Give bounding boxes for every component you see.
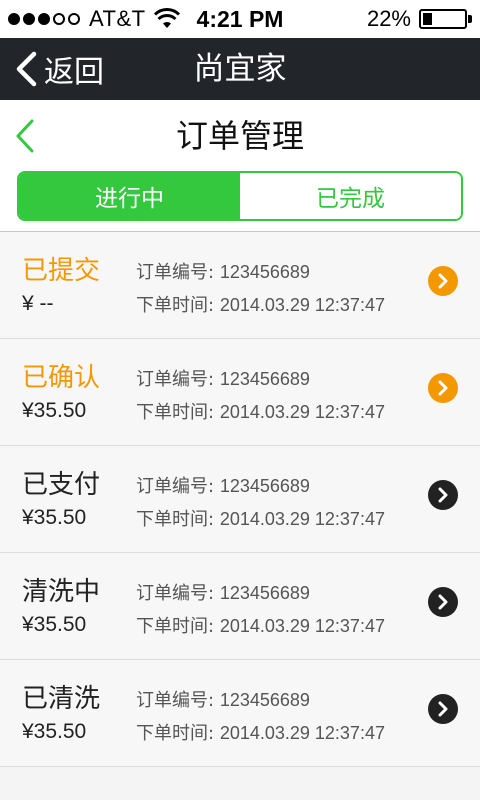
page-title: 订单管理 <box>175 117 304 155</box>
order-time-label: 下单时间: <box>136 402 215 423</box>
order-row[interactable]: 清洗中 ¥35.50 订单编号: 123456689 下单时间: 2014.03… <box>0 553 480 660</box>
order-status: 已清洗 <box>22 684 101 714</box>
status-bar: AT&T 4:21 PM 22% <box>0 0 480 38</box>
order-no: 123456689 <box>219 369 310 389</box>
order-price: ¥35.50 <box>22 720 87 743</box>
order-row[interactable]: 已确认 ¥35.50 订单编号: 123456689 下单时间: 2014.03… <box>0 339 480 446</box>
order-tabs: 进行中 已完成 <box>17 171 463 221</box>
order-no-label: 订单编号: <box>136 369 215 390</box>
order-status: 已支付 <box>22 470 101 500</box>
order-meta: 订单编号: 123456689 下单时间: 2014.03.29 12:37:4… <box>136 363 385 429</box>
order-no: 123456689 <box>219 583 310 603</box>
tab-in-progress[interactable]: 进行中 <box>19 173 240 219</box>
order-price: ¥35.50 <box>22 399 87 422</box>
chevron-right-icon[interactable] <box>428 480 458 510</box>
order-meta: 订单编号: 123456689 下单时间: 2014.03.29 12:37:4… <box>136 470 385 536</box>
order-time: 2014.03.29 12:37:47 <box>219 616 385 636</box>
order-no-label: 订单编号: <box>136 476 215 497</box>
order-status: 清洗中 <box>22 577 101 607</box>
order-price: ¥35.50 <box>22 506 87 529</box>
battery-cap <box>468 15 472 23</box>
order-no-label: 订单编号: <box>136 583 215 604</box>
battery-percent: 22% <box>366 6 411 31</box>
tab-completed[interactable]: 已完成 <box>240 173 461 219</box>
chevron-right-icon[interactable] <box>428 373 458 403</box>
order-time-label: 下单时间: <box>136 723 215 744</box>
order-time-label: 下单时间: <box>136 616 215 637</box>
battery-group: 22% <box>367 4 472 34</box>
order-meta: 订单编号: 123456689 下单时间: 2014.03.29 12:37:4… <box>136 684 385 750</box>
order-row[interactable]: 已提交 ¥ -- 订单编号: 123456689 下单时间: 2014.03.2… <box>0 232 480 339</box>
order-time: 2014.03.29 12:37:47 <box>219 723 385 743</box>
order-price: ¥ -- <box>22 292 54 315</box>
order-list: 已提交 ¥ -- 订单编号: 123456689 下单时间: 2014.03.2… <box>0 232 480 767</box>
order-meta: 订单编号: 123456689 下单时间: 2014.03.29 12:37:4… <box>136 577 385 643</box>
order-time: 2014.03.29 12:37:47 <box>219 509 385 529</box>
order-status: 已提交 <box>22 256 101 286</box>
page-header: 订单管理 进行中 已完成 <box>0 100 480 232</box>
order-meta: 订单编号: 123456689 下单时间: 2014.03.29 12:37:4… <box>136 256 385 322</box>
order-no: 123456689 <box>219 690 310 710</box>
chevron-left-icon <box>16 51 37 87</box>
order-time-label: 下单时间: <box>136 295 215 316</box>
battery-icon <box>419 9 467 29</box>
order-no: 123456689 <box>219 262 310 282</box>
order-time: 2014.03.29 12:37:47 <box>219 295 385 315</box>
nav-back-label: 返回 <box>44 55 104 90</box>
order-time-label: 下单时间: <box>136 509 215 530</box>
order-price: ¥35.50 <box>22 613 87 636</box>
order-time: 2014.03.29 12:37:47 <box>219 402 385 422</box>
nav-back-button[interactable]: 返回 <box>14 38 104 100</box>
order-row[interactable]: 已清洗 ¥35.50 订单编号: 123456689 下单时间: 2014.03… <box>0 660 480 767</box>
order-no-label: 订单编号: <box>136 690 215 711</box>
order-no-label: 订单编号: <box>136 262 215 283</box>
order-row[interactable]: 已支付 ¥35.50 订单编号: 123456689 下单时间: 2014.03… <box>0 446 480 553</box>
top-nav-bar: 返回 尚宜家 <box>0 38 480 100</box>
order-status: 已确认 <box>22 363 101 393</box>
chevron-right-icon[interactable] <box>428 587 458 617</box>
chevron-right-icon[interactable] <box>428 266 458 296</box>
order-no: 123456689 <box>219 476 310 496</box>
chevron-right-icon[interactable] <box>428 694 458 724</box>
